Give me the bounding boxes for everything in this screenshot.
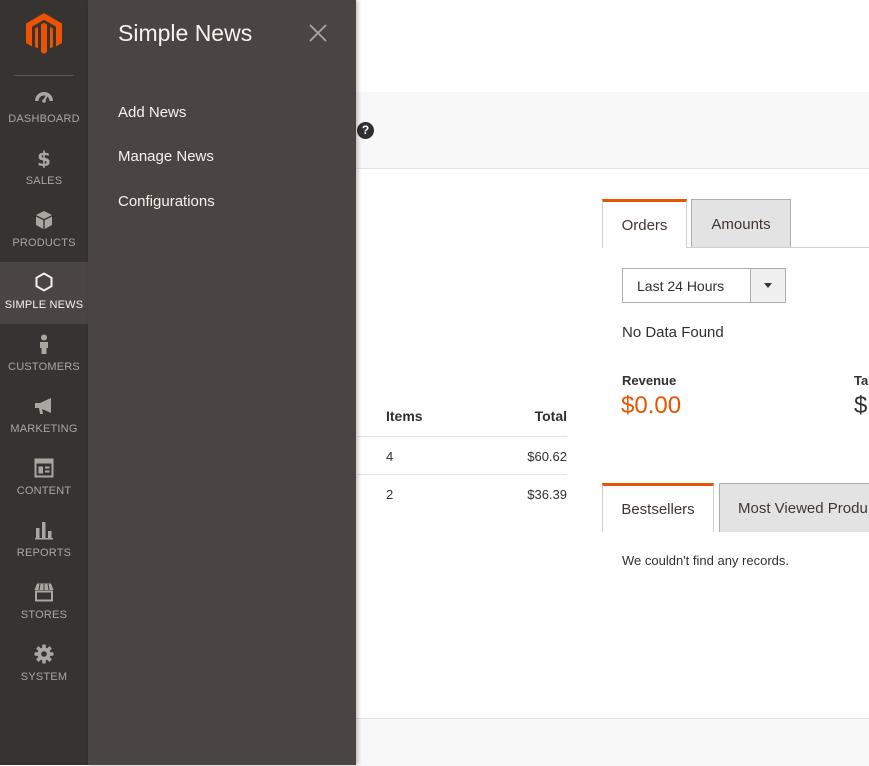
table-cell-total: $60.62 xyxy=(527,449,567,464)
box-icon xyxy=(36,211,52,229)
tab-most-viewed-products[interactable]: Most Viewed Produ xyxy=(719,483,869,532)
column-header-items[interactable]: Items xyxy=(386,408,423,424)
magento-logo-icon[interactable] xyxy=(24,12,64,54)
period-select-value: Last 24 Hours xyxy=(637,278,725,294)
table-row-divider xyxy=(357,474,567,475)
help-icon[interactable]: ? xyxy=(357,122,374,139)
nav-label: PRODUCTS xyxy=(12,237,76,249)
revenue-label: Revenue xyxy=(622,373,677,388)
nav-label: MARKETING xyxy=(10,423,78,435)
nav-item-customers[interactable]: CUSTOMERS xyxy=(0,324,88,386)
nav-label: SYSTEM xyxy=(20,671,68,683)
nav-item-content[interactable]: CONTENT xyxy=(0,448,88,510)
dollar-icon: $ xyxy=(37,148,51,168)
nav-item-simple-news[interactable]: SIMPLE NEWS xyxy=(0,262,88,324)
nav-item-system[interactable]: SYSTEM xyxy=(0,634,88,696)
tax-value: $ xyxy=(854,392,868,419)
layout-icon xyxy=(34,458,54,478)
nav-item-marketing[interactable]: MARKETING xyxy=(0,386,88,448)
tabs-divider xyxy=(687,247,869,248)
dashboard-icon xyxy=(35,92,53,103)
table-cell-items: 2 xyxy=(386,487,394,502)
table-header-divider xyxy=(357,436,567,437)
nav-item-products[interactable]: PRODUCTS xyxy=(0,200,88,262)
nav-label: SIMPLE NEWS xyxy=(4,299,84,311)
megaphone-icon xyxy=(35,398,51,414)
nav-item-dashboard[interactable]: DASHBOARD xyxy=(0,76,88,138)
gear-icon xyxy=(34,644,54,664)
nav-item-reports[interactable]: REPORTS xyxy=(0,510,88,572)
tab-orders[interactable]: Orders xyxy=(602,199,687,248)
simple-news-submenu: Simple News Add News Manage News Configu… xyxy=(88,0,356,765)
bar-chart-icon xyxy=(35,522,53,540)
submenu-title: Simple News xyxy=(118,20,253,46)
column-header-total[interactable]: Total xyxy=(535,408,567,424)
period-select[interactable]: Last 24 Hours xyxy=(622,268,786,303)
nav-label: STORES xyxy=(20,609,68,621)
no-data-message: No Data Found xyxy=(622,324,724,341)
nav-label: CUSTOMERS xyxy=(8,361,80,373)
admin-sidebar: DASHBOARD $ SALES PRODUCTS SIMPLE NEWS C… xyxy=(0,0,88,765)
submenu-link-manage-news[interactable]: Manage News xyxy=(118,148,214,165)
hexagon-icon xyxy=(35,272,53,292)
empty-records-message: We couldn't find any records. xyxy=(622,553,789,568)
tax-label: Ta xyxy=(854,373,869,388)
chevron-down-icon[interactable] xyxy=(750,269,785,302)
nav-item-stores[interactable]: STORES xyxy=(0,572,88,634)
nav-label: SALES xyxy=(25,175,63,187)
nav-label: CONTENT xyxy=(16,485,72,497)
person-icon xyxy=(40,334,48,354)
tab-bestsellers[interactable]: Bestsellers xyxy=(602,483,714,532)
svg-text:$: $ xyxy=(37,148,51,168)
tab-amounts[interactable]: Amounts xyxy=(691,199,791,248)
revenue-value: $0.00 xyxy=(621,392,682,419)
nav-label: REPORTS xyxy=(16,547,72,559)
store-icon xyxy=(34,583,54,602)
nav-label: DASHBOARD xyxy=(8,113,80,125)
table-cell-items: 4 xyxy=(386,449,394,464)
table-cell-total: $36.39 xyxy=(527,487,567,502)
nav-item-sales[interactable]: $ SALES xyxy=(0,138,88,200)
close-icon[interactable] xyxy=(307,22,329,44)
submenu-link-configurations[interactable]: Configurations xyxy=(118,193,215,210)
submenu-link-add-news[interactable]: Add News xyxy=(118,104,186,121)
